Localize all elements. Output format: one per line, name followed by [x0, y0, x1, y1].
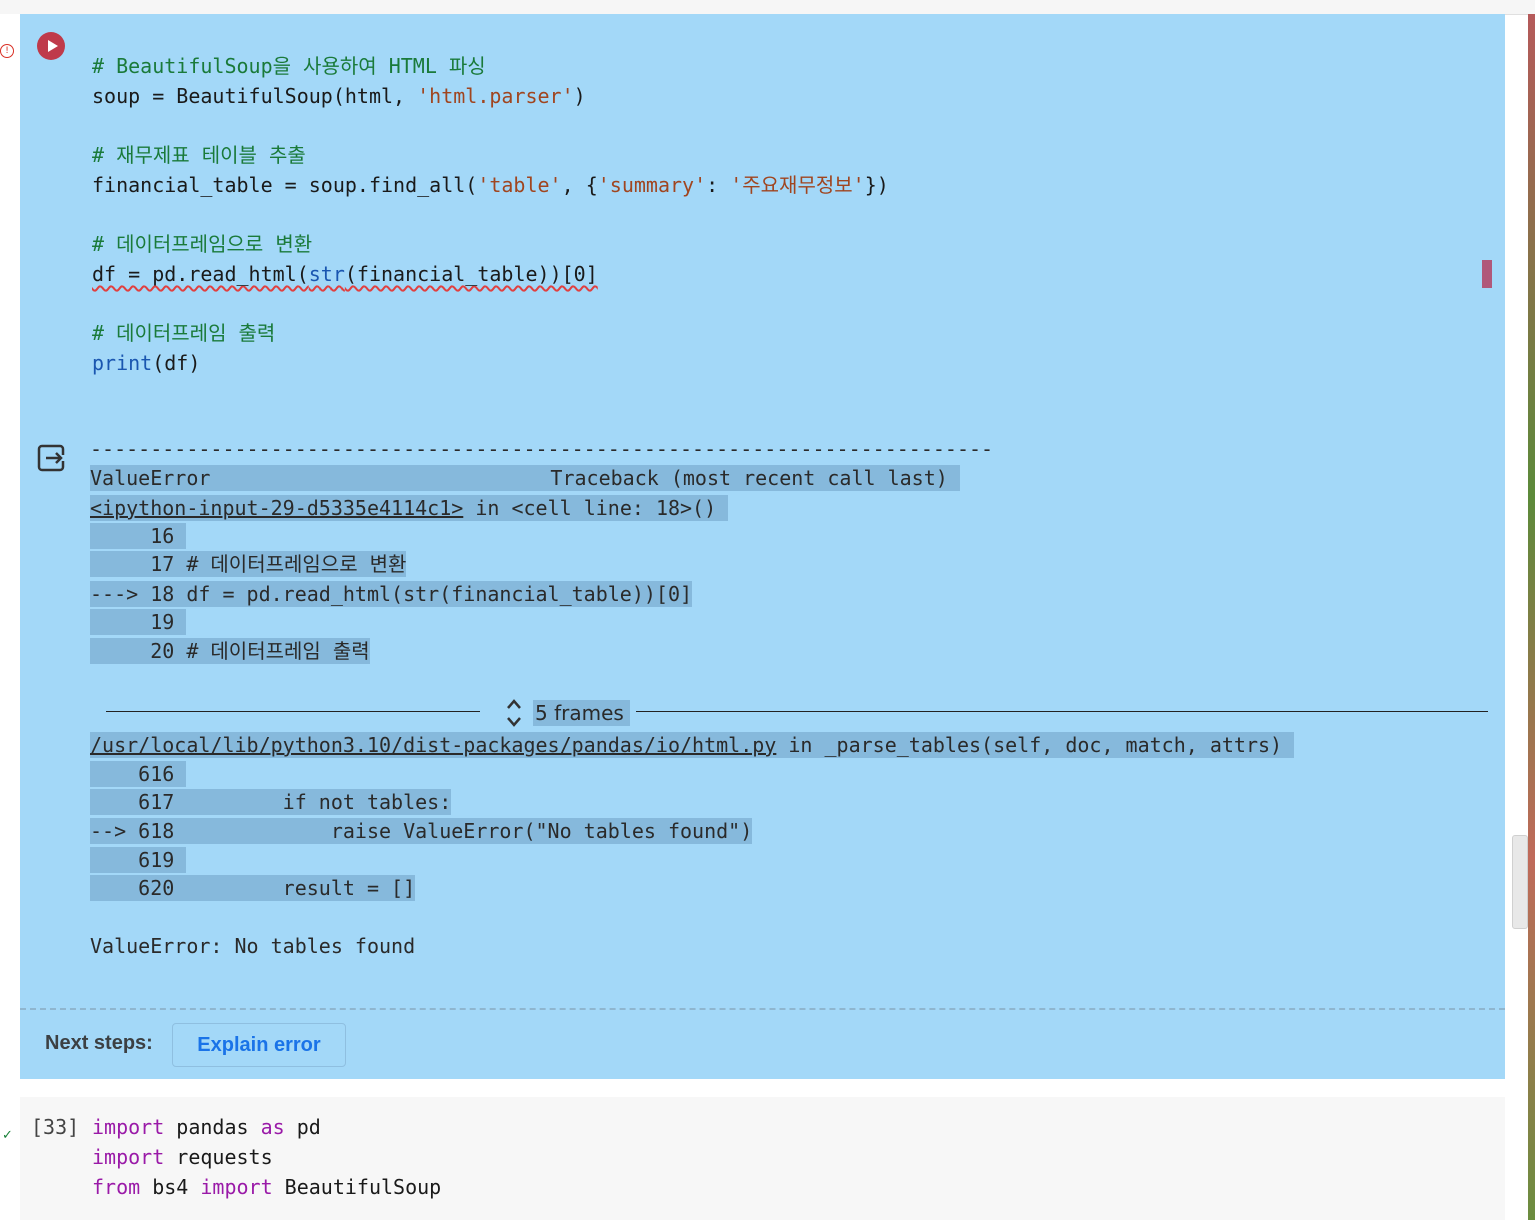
- function-ref: in _parse_tables(self, doc, match, attrs…: [776, 733, 1283, 757]
- code-token: , {: [561, 173, 598, 197]
- traceback-line-current: ---> 18 df = pd.read_html(str(financial_…: [90, 581, 693, 607]
- code-line: import requests: [92, 1145, 273, 1169]
- code-keyword: import: [200, 1175, 273, 1199]
- left-gutter: ! ✓: [0, 14, 20, 1220]
- code-token: pandas: [164, 1115, 261, 1139]
- code-keyword: import: [92, 1145, 165, 1169]
- code-cell[interactable]: [33] import pandas as pd import requests…: [20, 1097, 1505, 1220]
- final-error-message: ValueError: No tables found: [90, 934, 416, 958]
- code-keyword: as: [260, 1115, 285, 1139]
- code-line: from bs4 import BeautifulSoup: [92, 1175, 441, 1199]
- code-token: (financial_table))[0]: [344, 262, 598, 286]
- code-line: soup = BeautifulSoup(html, 'html.parser'…: [92, 84, 586, 108]
- code-keyword: import: [92, 1115, 165, 1139]
- code-token: (df): [152, 351, 201, 375]
- code-token: pd: [284, 1115, 321, 1139]
- ipython-input-link[interactable]: <ipython-input-29-d5335e4114c1>: [90, 496, 463, 520]
- toolbar-widget[interactable]: [1120, 0, 1212, 10]
- top-toolbar-strip: [0, 0, 1535, 15]
- code-line-comment: # BeautifulSoup을 사용하여 HTML 파싱: [92, 54, 486, 78]
- code-builtin: str: [308, 262, 345, 286]
- window-edge-background: [1528, 14, 1535, 1220]
- code-line-error: df = pd.read_html(str(financial_table))[…: [92, 262, 598, 286]
- scrollbar-thumb[interactable]: [1512, 835, 1528, 929]
- traceback-separator: ----------------------------------------…: [90, 437, 994, 461]
- code-string: 'table': [477, 173, 562, 197]
- explain-error-button[interactable]: Explain error: [172, 1023, 346, 1067]
- code-string: '주요재무정보': [730, 173, 865, 197]
- code-token: :: [706, 173, 731, 197]
- frames-divider-right: [636, 711, 1488, 712]
- code-token: requests: [164, 1145, 273, 1169]
- traceback-line: 17 # 데이터프레임으로 변환: [90, 551, 407, 577]
- source-file-link[interactable]: /usr/local/lib/python3.10/dist-packages/…: [90, 733, 776, 757]
- traceback-line: 19: [90, 609, 187, 635]
- traceback-line: 620 result = []: [90, 875, 416, 901]
- traceback-header: ValueError Traceback (most recent call la…: [90, 465, 960, 491]
- code-line-comment: # 재무제표 테이블 추출: [92, 143, 306, 167]
- traceback-title: Traceback (most recent call last): [550, 466, 948, 490]
- code-token: soup = BeautifulSoup(html,: [92, 84, 418, 108]
- execution-count: [33]: [31, 1115, 80, 1139]
- traceback-location: <ipython-input-29-d5335e4114c1> in <cell…: [90, 495, 729, 521]
- code-line-comment: # 데이터프레임 출력: [92, 321, 276, 345]
- traceback-line: 616: [90, 761, 187, 787]
- code-token: BeautifulSoup: [272, 1175, 442, 1199]
- code-string: 'html.parser': [417, 84, 574, 108]
- frames-toggle-label[interactable]: 5 frames: [533, 700, 630, 726]
- code-token: financial_table = soup.find_all(: [92, 173, 478, 197]
- code-token: bs4: [140, 1175, 201, 1199]
- code-keyword: from: [92, 1175, 141, 1199]
- code-cell-selected[interactable]: # BeautifulSoup을 사용하여 HTML 파싱 soup = Bea…: [20, 14, 1505, 1079]
- code-token: }): [864, 173, 889, 197]
- code-editor[interactable]: # BeautifulSoup을 사용하여 HTML 파싱 soup = Bea…: [20, 14, 1505, 422]
- traceback-line-current: --> 618 raise ValueError("No tables foun…: [90, 818, 753, 844]
- code-line: import pandas as pd: [92, 1115, 321, 1139]
- next-steps-label: Next steps:: [45, 1032, 153, 1054]
- code-line: print(df): [92, 351, 200, 375]
- traceback-line: 619: [90, 847, 187, 873]
- code-token: df = pd.read_html(: [92, 262, 309, 286]
- code-string: 'summary': [597, 173, 707, 197]
- code-line: financial_table = soup.find_all('table',…: [92, 173, 889, 197]
- run-cell-button[interactable]: [37, 32, 65, 60]
- frames-divider-left: [106, 711, 480, 712]
- scroll-position-marker: [1482, 260, 1492, 288]
- code-builtin: print: [92, 351, 153, 375]
- traceback-line: 16: [90, 523, 187, 549]
- code-line-comment: # 데이터프레임으로 변환: [92, 232, 313, 256]
- traceback-location: /usr/local/lib/python3.10/dist-packages/…: [90, 732, 1295, 758]
- next-steps-divider: [20, 1008, 1505, 1010]
- expand-collapse-icon[interactable]: [504, 696, 524, 730]
- code-token: ): [573, 84, 586, 108]
- cell-output: ----------------------------------------…: [20, 422, 1505, 1008]
- error-type: ValueError: [90, 466, 211, 490]
- success-check-icon: ✓: [2, 1128, 13, 1143]
- output-redirect-icon[interactable]: [37, 444, 67, 472]
- error-indicator-icon: !: [0, 44, 14, 58]
- traceback-line: 20 # 데이터프레임 출력: [90, 638, 370, 664]
- cell-line-ref: in <cell line: 18>(): [463, 496, 717, 520]
- traceback-line: 617 if not tables:: [90, 789, 452, 815]
